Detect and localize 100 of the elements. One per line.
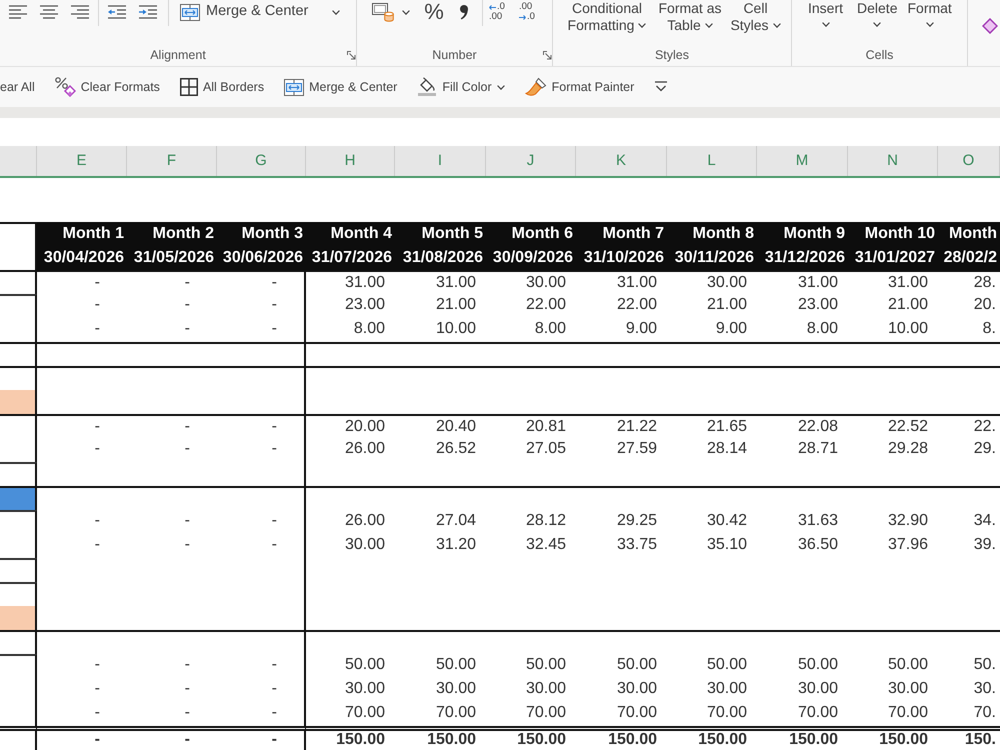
toolbar-button[interactable]: Format Painter [524,73,634,101]
caret-icon [332,10,340,14]
table-cell-text: 8. [982,319,997,339]
table-cell-text: 30.00 [344,679,386,699]
toolbar-button[interactable]: All Borders [180,73,264,101]
table-cell-text: - [184,703,191,723]
table-cell-text: 70.00 [796,703,839,723]
table-cell-text: 70.00 [434,703,477,723]
merge-center-button[interactable]: Merge & Center [176,0,312,24]
empty-cell [0,414,37,438]
table-cell: 20.81 [486,414,576,438]
number-format-button[interactable] [370,0,396,24]
table-cell-text: 32.45 [524,535,567,555]
table-cell: - [217,318,306,342]
date-header: 30/04/2026 [37,246,127,270]
table-cell-text: 22.00 [616,295,658,315]
empty-cell [0,510,37,534]
table-cell-text: - [184,295,191,315]
date-header: 31/05/2026 [127,246,217,270]
toolbar-button[interactable]: ear All [0,73,35,101]
table-cell: 150.00 [395,726,486,750]
increase-indent-icon [139,5,157,19]
align-left-icon [9,5,27,19]
table-cell: 31.00 [757,270,848,294]
percent-button[interactable]: % [424,0,444,24]
caret-icon [822,22,830,27]
table-cell-text: - [94,679,101,699]
table-cell: 28. [938,270,1000,294]
group-label: Number [432,47,477,63]
date-header: 31/12/2026 [757,246,848,270]
table-cell: 22.52 [848,414,938,438]
table-cell: - [127,414,217,438]
table-cell-text: 50.00 [434,655,477,675]
month-header: Month 7 [576,222,667,246]
table-cell-text: 50.00 [344,655,386,675]
table-cell: - [37,726,127,750]
table-cell: 21.65 [667,414,757,438]
table-cell-text: 30. [972,679,997,699]
table-cell-text: 26.52 [434,439,477,459]
table-cell: 31.00 [395,270,486,294]
increase-decimal-button[interactable]: .0 .00 [489,0,513,24]
table-cell-text: 34. [972,511,997,531]
month-header: Month 6 [486,222,576,246]
table-cell-text: - [94,655,101,675]
table-cell-text: 30.00 [616,679,658,699]
toolbar-button[interactable]: Fill Color [417,73,505,101]
table-cell-text: - [184,655,191,675]
dropdown-button[interactable]: Format [907,0,952,36]
table-cell-text: 27.05 [524,439,567,459]
table-cell-text: 70.00 [344,703,386,723]
table-cell-text: - [184,319,191,339]
table-cell-text: 8.00 [806,319,839,339]
table-cell: - [217,414,306,438]
dropdown-button[interactable]: Cell Styles [728,0,783,36]
table-cell: 150.00 [486,726,576,750]
date-header: 31/08/2026 [395,246,486,270]
table-cell-text: 31.20 [434,535,477,555]
table-cell-text: 50.00 [616,655,658,675]
arrow-left-icon [489,4,496,10]
table-cell: - [217,438,306,462]
corner-arrow-icon [347,50,356,60]
table-cell-text: 28.14 [706,439,748,459]
toolbar-button[interactable]: Clear Formats [54,73,160,101]
table-cell-text: 70. [972,703,997,723]
month-header: Month 9 [757,222,848,246]
table-cell: - [127,270,217,294]
dropdown-button[interactable]: Conditional Formatting [562,0,652,36]
table-cell-text: 27.04 [434,511,477,531]
table-cell: 150.00 [306,726,395,750]
clear-button[interactable] [980,18,1000,34]
table-cell-text: 70.00 [524,703,567,723]
dropdown-button[interactable]: Insert [808,0,844,36]
table-cell-text: 10.00 [434,319,477,339]
date-header: 30/06/2026 [217,246,306,270]
borders-grid-icon [180,78,198,96]
decrease-decimal-button[interactable]: .00 .0 [519,0,543,24]
toolbar-button[interactable]: Merge & Center [284,73,398,101]
paintbrush-icon [524,77,547,97]
empty-cell [0,726,37,750]
month-header: Month 2 [127,222,217,246]
table-cell: - [217,510,306,534]
table-cell: 150.00 [667,726,757,750]
table-cell: - [217,294,306,318]
month-header: Month 8 [667,222,757,246]
month-header: Month 10 [848,222,938,246]
table-cell: 30.00 [486,270,576,294]
empty-cell [0,654,37,678]
dropdown-button[interactable]: Delete [857,0,898,36]
table-cell: 31.00 [306,270,395,294]
dropdown-button[interactable]: Format as Table [655,0,725,36]
dialog-launcher-button[interactable] [347,50,356,60]
table-cell: 31.00 [576,270,667,294]
month-header: Month 5 [395,222,486,246]
dialog-launcher-button[interactable] [543,50,552,60]
align-right-icon [71,5,89,19]
table-cell-text: 8.00 [534,319,567,339]
table-cell-text: 20. [972,295,997,315]
table-cell: - [217,270,306,294]
table-cell: 22.08 [757,414,848,438]
table-cell: 22. [938,414,1000,438]
